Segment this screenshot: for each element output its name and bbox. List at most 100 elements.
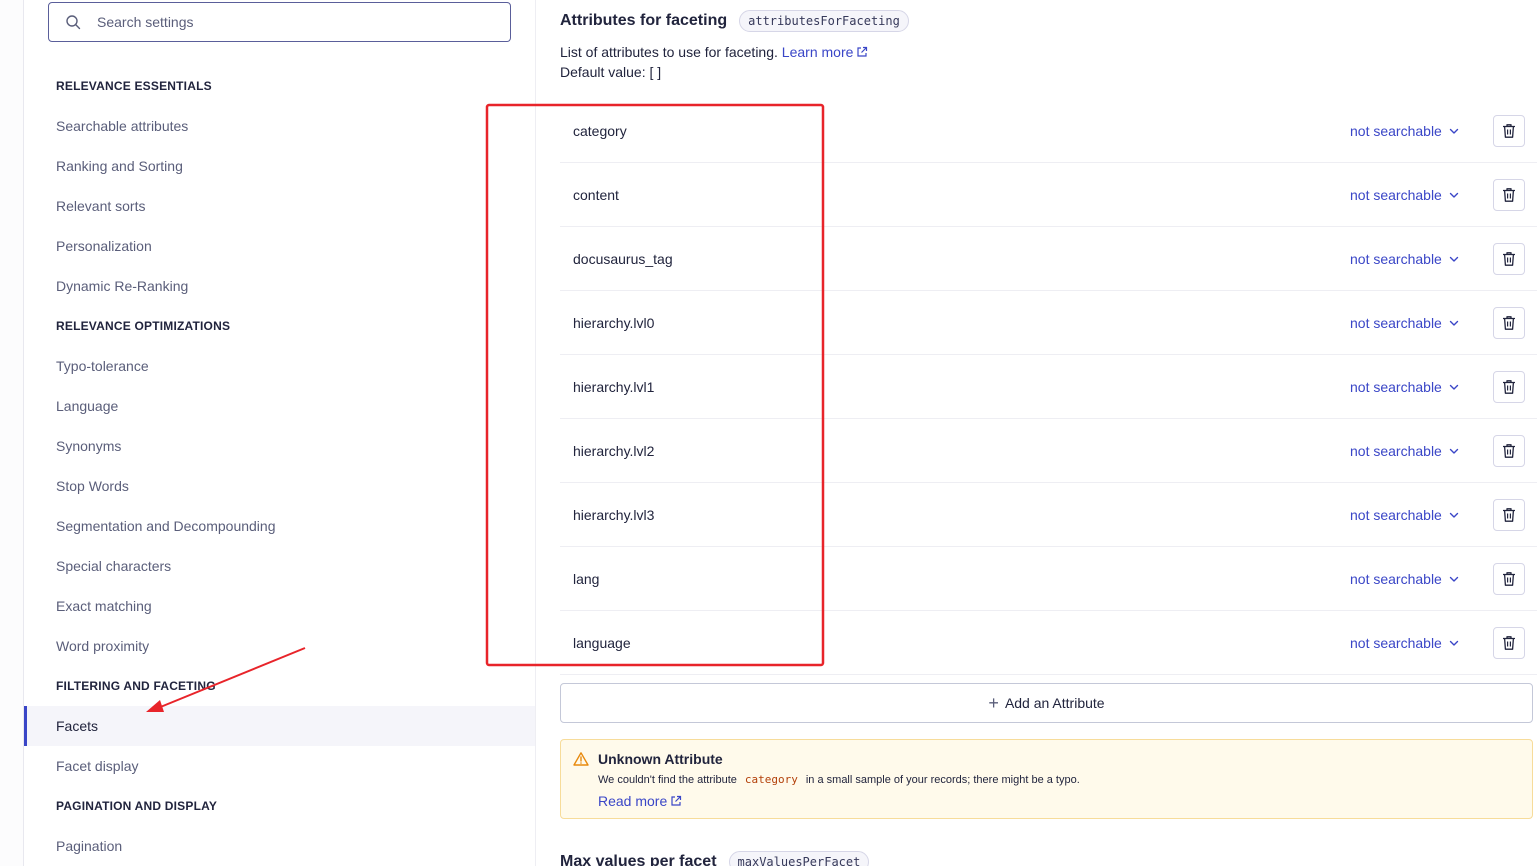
sidebar-item-exact-matching[interactable]: Exact matching xyxy=(24,586,535,626)
attribute-row: content not searchable xyxy=(560,163,1537,227)
attribute-row: hierarchy.lvl2 not searchable xyxy=(560,419,1537,483)
default-value: Default value: [ ] xyxy=(560,64,662,80)
attribute-row: category not searchable xyxy=(560,99,1537,163)
read-more-link[interactable]: Read more xyxy=(598,793,682,809)
chevron-down-icon xyxy=(1449,576,1459,582)
sidebar-item-facet-display[interactable]: Facet display xyxy=(24,746,535,786)
trash-icon xyxy=(1503,251,1515,266)
attribute-name: language xyxy=(573,634,631,651)
search-input[interactable] xyxy=(97,14,497,30)
attribute-name: hierarchy.lvl2 xyxy=(573,442,655,459)
plus-icon: + xyxy=(988,693,999,713)
searchable-mode-dropdown[interactable]: not searchable xyxy=(1350,571,1460,587)
trash-icon xyxy=(1503,315,1515,330)
setting-code-badge: attributesForFaceting xyxy=(739,10,909,32)
sidebar-item-synonyms[interactable]: Synonyms xyxy=(24,426,535,466)
learn-more-link[interactable]: Learn more xyxy=(782,44,869,60)
left-gutter xyxy=(0,0,24,866)
read-more-label: Read more xyxy=(598,793,668,809)
learn-more-label: Learn more xyxy=(781,44,854,60)
add-attribute-button[interactable]: + Add an Attribute xyxy=(560,683,1533,723)
next-setting-code-badge: maxValuesPerFacet xyxy=(728,851,870,866)
attribute-row: hierarchy.lvl3 not searchable xyxy=(560,483,1537,547)
warning-text-after: in a small sample of your records; there… xyxy=(805,773,1080,786)
delete-attribute-button[interactable] xyxy=(1493,626,1525,659)
sidebar-item-language[interactable]: Language xyxy=(24,386,535,426)
sidebar-item-pagination[interactable]: Pagination xyxy=(24,826,535,866)
sidebar-section-title: PAGINATION AND DISPLAY xyxy=(56,799,218,813)
searchable-mode-label: not searchable xyxy=(1350,442,1442,459)
chevron-down-icon xyxy=(1449,192,1459,198)
next-setting-header: Max values per facet maxValuesPerFacet xyxy=(560,851,870,866)
delete-attribute-button[interactable] xyxy=(1493,306,1525,339)
attribute-row: hierarchy.lvl0 not searchable xyxy=(560,291,1537,355)
searchable-mode-dropdown[interactable]: not searchable xyxy=(1350,507,1460,523)
setting-description: List of attributes to use for faceting. … xyxy=(560,44,868,60)
chevron-down-icon xyxy=(1449,640,1459,646)
external-link-icon xyxy=(671,795,682,806)
sidebar-item-typo-tolerance[interactable]: Typo-tolerance xyxy=(24,346,535,386)
chevron-down-icon xyxy=(1449,448,1459,454)
setting-description-text: List of attributes to use for faceting. xyxy=(560,44,778,60)
attribute-name: content xyxy=(573,186,619,203)
search-box[interactable] xyxy=(48,2,511,42)
attribute-name: hierarchy.lvl1 xyxy=(573,378,655,395)
sidebar-item-personalization[interactable]: Personalization xyxy=(24,226,535,266)
attribute-name: hierarchy.lvl0 xyxy=(573,314,655,331)
setting-header: Attributes for faceting attributesForFac… xyxy=(560,10,909,32)
attribute-row: hierarchy.lvl1 not searchable xyxy=(560,355,1537,419)
sidebar-item-dynamic-re-ranking[interactable]: Dynamic Re-Ranking xyxy=(24,266,535,306)
sidebar-item-ranking-and-sorting[interactable]: Ranking and Sorting xyxy=(24,146,535,186)
searchable-mode-dropdown[interactable]: not searchable xyxy=(1350,443,1460,459)
searchable-mode-label: not searchable xyxy=(1350,634,1442,651)
attribute-name: category xyxy=(573,122,627,139)
sidebar-item-relevant-sorts[interactable]: Relevant sorts xyxy=(24,186,535,226)
warning-attribute-code: category xyxy=(744,773,798,786)
chevron-down-icon xyxy=(1449,128,1459,134)
delete-attribute-button[interactable] xyxy=(1493,114,1525,147)
main-content: Attributes for faceting attributesForFac… xyxy=(560,0,1537,866)
delete-attribute-button[interactable] xyxy=(1493,178,1525,211)
chevron-down-icon xyxy=(1449,512,1459,518)
attribute-list: category not searchable content not searcha… xyxy=(560,99,1537,675)
searchable-mode-dropdown[interactable]: not searchable xyxy=(1350,123,1460,139)
trash-icon xyxy=(1503,635,1515,650)
searchable-mode-dropdown[interactable]: not searchable xyxy=(1350,379,1460,395)
sidebar-item-facets[interactable]: Facets xyxy=(24,706,535,746)
searchable-mode-label: not searchable xyxy=(1350,250,1442,267)
trash-icon xyxy=(1503,507,1515,522)
sidebar-section-title: RELEVANCE ESSENTIALS xyxy=(56,79,212,93)
attribute-row: docusaurus_tag not searchable xyxy=(560,227,1537,291)
delete-attribute-button[interactable] xyxy=(1493,562,1525,595)
search-icon xyxy=(66,15,81,30)
chevron-down-icon xyxy=(1449,256,1459,262)
searchable-mode-label: not searchable xyxy=(1350,570,1442,587)
sidebar-item-searchable-attributes[interactable]: Searchable attributes xyxy=(24,106,535,146)
sidebar-section-title: RELEVANCE OPTIMIZATIONS xyxy=(56,319,231,333)
attribute-name: lang xyxy=(573,570,600,587)
setting-title: Attributes for faceting xyxy=(560,12,728,29)
unknown-attribute-warning: Unknown Attribute We couldn't find the a… xyxy=(560,739,1533,819)
warning-title: Unknown Attribute xyxy=(598,751,723,767)
trash-icon xyxy=(1503,187,1515,202)
sidebar-item-word-proximity[interactable]: Word proximity xyxy=(24,626,535,666)
delete-attribute-button[interactable] xyxy=(1493,242,1525,275)
sidebar-section-title: FILTERING AND FACETING xyxy=(56,679,216,693)
searchable-mode-dropdown[interactable]: not searchable xyxy=(1350,187,1460,203)
sidebar-item-special-characters[interactable]: Special characters xyxy=(24,546,535,586)
searchable-mode-dropdown[interactable]: not searchable xyxy=(1350,635,1460,651)
sidebar-item-segmentation-and-decompounding[interactable]: Segmentation and Decompounding xyxy=(24,506,535,546)
trash-icon xyxy=(1503,379,1515,394)
settings-nav: RELEVANCE ESSENTIALS Searchable attribute… xyxy=(24,66,535,866)
delete-attribute-button[interactable] xyxy=(1493,498,1525,531)
delete-attribute-button[interactable] xyxy=(1493,370,1525,403)
sidebar-item-stop-words[interactable]: Stop Words xyxy=(24,466,535,506)
trash-icon xyxy=(1503,571,1515,586)
attribute-name: docusaurus_tag xyxy=(573,250,673,267)
delete-attribute-button[interactable] xyxy=(1493,434,1525,467)
attribute-row: language not searchable xyxy=(560,611,1537,675)
add-attribute-label: Add an Attribute xyxy=(1004,695,1105,711)
external-link-icon xyxy=(857,46,868,57)
searchable-mode-dropdown[interactable]: not searchable xyxy=(1350,251,1460,267)
searchable-mode-dropdown[interactable]: not searchable xyxy=(1350,315,1460,331)
